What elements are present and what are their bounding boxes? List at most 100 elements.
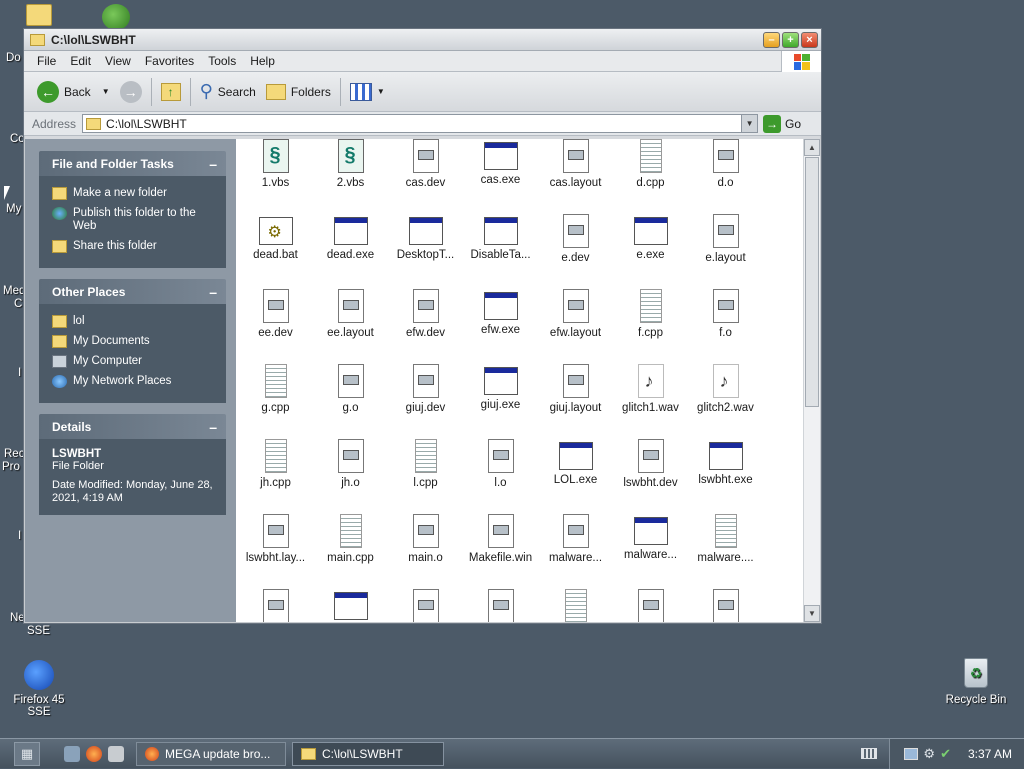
security-icon[interactable]: ✔ <box>940 746 951 762</box>
desktop-icon-label[interactable]: Do <box>6 52 21 64</box>
file-item[interactable]: dead.exe <box>313 214 388 261</box>
search-button[interactable]: ⚲ Search <box>195 77 261 107</box>
collapse-icon[interactable]: – <box>209 156 217 172</box>
start-button[interactable]: ▦ <box>14 741 40 766</box>
panel-header[interactable]: Details – <box>39 414 226 439</box>
file-item[interactable]: e.layout <box>688 214 763 264</box>
file-item[interactable] <box>313 589 388 622</box>
file-list-view[interactable]: 1.vbs 2.vbs cas.dev cas.exe cas.layout d.cpp d… <box>236 139 820 622</box>
file-item[interactable]: malware... <box>538 514 613 564</box>
taskbar-item-mega[interactable]: MEGA update bro... <box>136 741 286 766</box>
desktop-icon-firefox[interactable]: Firefox 45 SSE <box>6 660 72 718</box>
panel-header[interactable]: File and Folder Tasks – <box>39 151 226 176</box>
up-folder-button[interactable]: ↑ <box>156 77 186 107</box>
task-publish-folder[interactable]: Publish this folder to the Web <box>52 207 218 233</box>
address-input[interactable]: C:\lol\LSWBHT ▼ <box>82 114 759 133</box>
file-item[interactable]: ee.dev <box>238 289 313 339</box>
file-item[interactable]: main.o <box>388 514 463 564</box>
file-item[interactable]: DesktopT... <box>388 214 463 261</box>
scroll-down-button[interactable]: ▼ <box>804 605 820 622</box>
file-item[interactable]: jh.o <box>313 439 388 489</box>
maximize-button[interactable]: + <box>782 31 799 48</box>
file-item[interactable]: lswbht.lay... <box>238 514 313 564</box>
file-item[interactable]: e.dev <box>538 214 613 264</box>
keyboard-icon[interactable] <box>861 748 878 759</box>
menu-help[interactable]: Help <box>243 54 282 68</box>
scroll-thumb[interactable] <box>805 157 819 407</box>
file-item[interactable]: f.cpp <box>613 289 688 339</box>
place-my-documents[interactable]: My Documents <box>52 335 218 348</box>
file-item[interactable]: jh.cpp <box>238 439 313 489</box>
file-item[interactable]: dead.bat <box>238 214 313 261</box>
file-item[interactable]: f.o <box>688 289 763 339</box>
file-item[interactable]: l.o <box>463 439 538 489</box>
go-button[interactable]: → Go <box>763 114 801 133</box>
collapse-icon[interactable]: – <box>209 419 217 435</box>
minimize-button[interactable]: – <box>763 31 780 48</box>
show-desktop-icon[interactable] <box>64 745 80 762</box>
file-item[interactable]: g.cpp <box>238 364 313 414</box>
file-item[interactable]: efw.dev <box>388 289 463 339</box>
media-player-icon[interactable] <box>108 745 124 762</box>
views-button[interactable]: ▼ <box>345 77 390 107</box>
title-bar[interactable]: C:\lol\LSWBHT – + × <box>24 29 821 51</box>
desktop-icon-label[interactable]: My <box>6 203 21 215</box>
file-item[interactable]: glitch2.wav <box>688 364 763 414</box>
menu-file[interactable]: File <box>30 54 63 68</box>
file-item[interactable] <box>238 589 313 622</box>
file-item[interactable]: 2.vbs <box>313 139 388 189</box>
file-item[interactable]: 1.vbs <box>238 139 313 189</box>
menu-favorites[interactable]: Favorites <box>138 54 201 68</box>
place-lol[interactable]: lol <box>52 315 218 328</box>
file-item[interactable]: e.exe <box>613 214 688 261</box>
desktop-icon-label[interactable]: I <box>18 530 21 542</box>
folder-icon[interactable] <box>26 4 52 26</box>
file-item[interactable] <box>463 589 538 622</box>
desktop-icon-label[interactable]: C <box>14 298 22 310</box>
network-icon[interactable] <box>904 747 919 760</box>
place-my-computer[interactable]: My Computer <box>52 355 218 368</box>
file-item[interactable] <box>388 589 463 622</box>
file-item[interactable]: Makefile.win <box>463 514 538 564</box>
file-item[interactable]: malware.... <box>688 514 763 564</box>
file-item[interactable]: d.o <box>688 139 763 189</box>
file-item[interactable]: lswbht.dev <box>613 439 688 489</box>
forward-button[interactable]: → <box>115 77 147 107</box>
file-item[interactable]: cas.exe <box>463 139 538 186</box>
vertical-scrollbar[interactable]: ▲ ▼ <box>803 139 820 622</box>
desktop-icon-label[interactable]: Rec <box>4 448 24 460</box>
file-item[interactable]: g.o <box>313 364 388 414</box>
globe-icon[interactable] <box>102 4 130 30</box>
file-item[interactable]: cas.dev <box>388 139 463 189</box>
file-item[interactable] <box>613 589 688 622</box>
taskbar-item-explorer[interactable]: C:\lol\LSWBHT <box>292 741 444 766</box>
address-dropdown-button[interactable]: ▼ <box>741 115 758 132</box>
file-item[interactable]: cas.layout <box>538 139 613 189</box>
file-item[interactable]: efw.exe <box>463 289 538 336</box>
file-item[interactable]: LOL.exe <box>538 439 613 486</box>
desktop-icon-recycle-bin[interactable]: ♻ Recycle Bin <box>936 658 1016 706</box>
file-item[interactable]: l.cpp <box>388 439 463 489</box>
file-item[interactable]: glitch1.wav <box>613 364 688 414</box>
folders-button[interactable]: Folders <box>261 77 336 107</box>
file-item[interactable]: giuj.dev <box>388 364 463 414</box>
panel-header[interactable]: Other Places – <box>39 279 226 304</box>
file-item[interactable]: ee.layout <box>313 289 388 339</box>
back-button[interactable]: ← Back ▼ <box>32 77 115 107</box>
collapse-icon[interactable]: – <box>209 284 217 300</box>
file-item[interactable] <box>538 589 613 622</box>
file-item[interactable]: malware... <box>613 514 688 561</box>
firefox-icon[interactable] <box>86 745 102 762</box>
file-item[interactable]: giuj.exe <box>463 364 538 411</box>
desktop-icon-label[interactable]: Pro <box>2 461 20 473</box>
menu-view[interactable]: View <box>98 54 138 68</box>
scroll-up-button[interactable]: ▲ <box>804 139 820 156</box>
task-share-folder[interactable]: Share this folder <box>52 240 218 253</box>
task-make-new-folder[interactable]: Make a new folder <box>52 187 218 200</box>
file-item[interactable]: lswbht.exe <box>688 439 763 486</box>
file-item[interactable]: DisableTa... <box>463 214 538 261</box>
file-item[interactable]: giuj.layout <box>538 364 613 414</box>
chevron-down-icon[interactable]: ▼ <box>102 87 110 96</box>
place-my-network-places[interactable]: My Network Places <box>52 375 218 388</box>
file-item[interactable]: main.cpp <box>313 514 388 564</box>
